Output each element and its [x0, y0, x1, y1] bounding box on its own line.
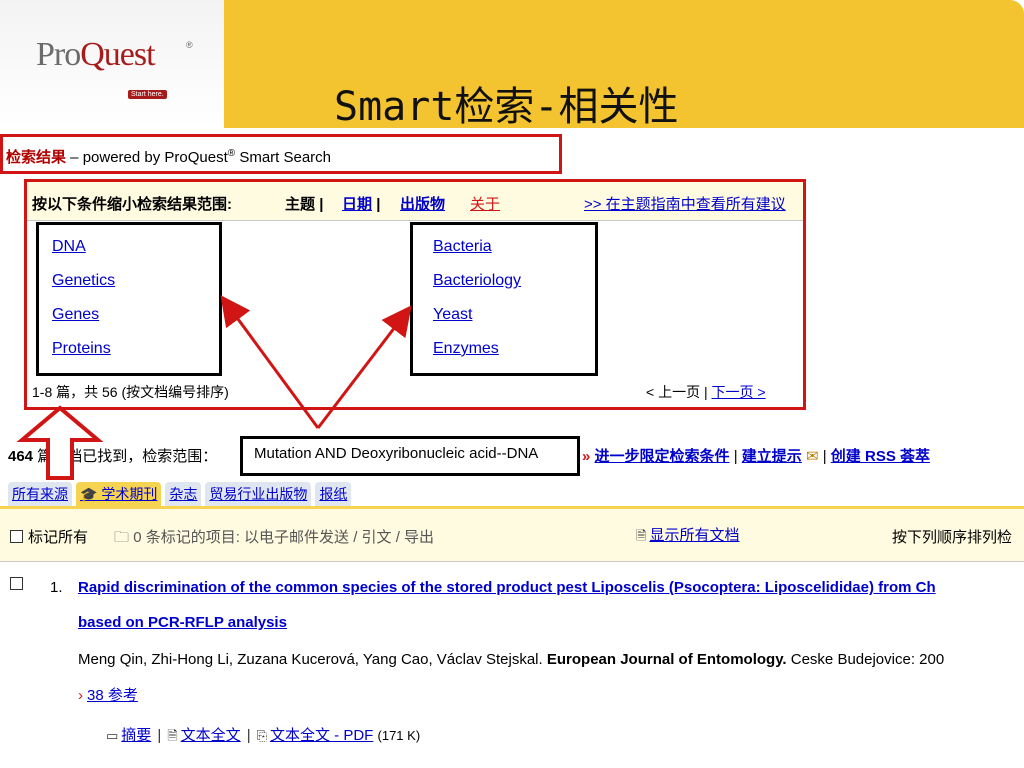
arrow-to-right-terms	[316, 305, 412, 429]
up-arrow-icon	[16, 405, 104, 480]
annotation-arrows	[16, 295, 412, 480]
arrow-to-left-terms	[220, 295, 320, 429]
